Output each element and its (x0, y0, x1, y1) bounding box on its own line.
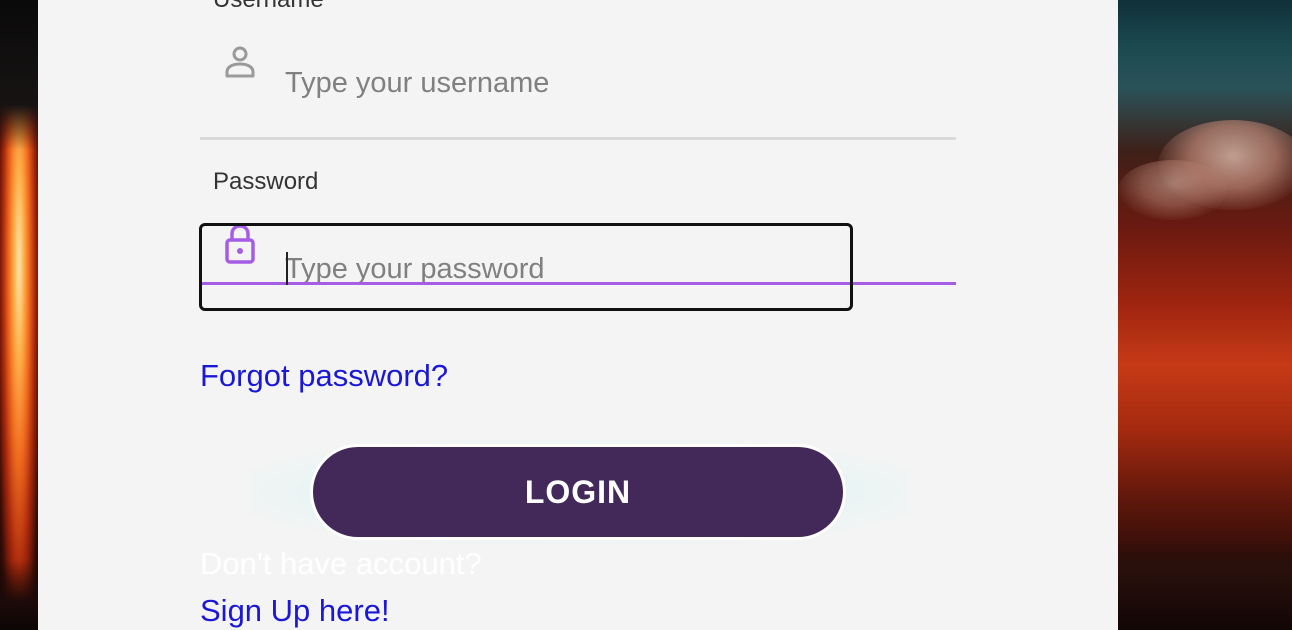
username-underline (200, 137, 956, 140)
password-label: Password (213, 168, 319, 195)
forgot-password-link[interactable]: Forgot password? (200, 358, 448, 394)
person-icon (225, 46, 255, 78)
username-label: Username (213, 0, 324, 14)
password-underline (200, 282, 956, 285)
background-horizon (1118, 540, 1292, 630)
login-button[interactable]: LOGIN (310, 444, 846, 540)
username-input[interactable] (285, 63, 885, 103)
background-left-strip (0, 0, 38, 630)
text-caret (286, 252, 288, 285)
signup-link[interactable]: Sign Up here! (200, 593, 390, 629)
background-right-strip (1118, 0, 1292, 630)
lock-icon (225, 224, 255, 264)
no-account-text: Don't have account? (200, 546, 482, 581)
